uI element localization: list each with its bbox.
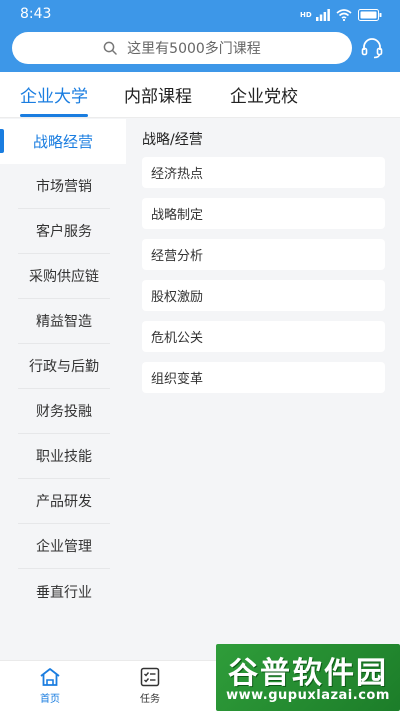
tab-internal-courses[interactable]: 内部课程: [124, 82, 192, 107]
course-item[interactable]: 经济热点: [142, 157, 385, 188]
sidebar-item-job-skills[interactable]: 职业技能: [18, 434, 110, 479]
nav-home[interactable]: 首页: [20, 667, 80, 709]
search-placeholder: 这里有5000多门课程: [127, 41, 261, 57]
sidebar-item-marketing[interactable]: 市场营销: [18, 164, 110, 209]
tab-enterprise-university[interactable]: 企业大学: [20, 82, 88, 107]
sidebar-item-management[interactable]: 企业管理: [18, 524, 110, 569]
sidebar-item-label: 客户服务: [36, 224, 92, 240]
sidebar-item-lean-manufacturing[interactable]: 精益智造: [18, 299, 110, 344]
course-item[interactable]: 经营分析: [142, 239, 385, 270]
battery-icon: [358, 9, 382, 21]
sidebar-item-label: 采购供应链: [29, 269, 99, 285]
wifi-icon: [336, 9, 352, 21]
sidebar-item-label: 垂直行业: [36, 584, 92, 601]
sidebar-item-label: 财务投融: [36, 404, 92, 420]
nav-label: 任务: [140, 694, 160, 705]
tab-party-school[interactable]: 企业党校: [230, 82, 298, 107]
course-item[interactable]: 战略制定: [142, 198, 385, 229]
sidebar-item-label: 精益智造: [36, 314, 92, 330]
task-icon: [140, 667, 160, 687]
status-icons: HD: [300, 7, 382, 23]
sidebar-item-procurement[interactable]: 采购供应链: [18, 254, 110, 299]
active-tab-indicator: [20, 114, 88, 117]
course-item[interactable]: 组织变革: [142, 362, 385, 393]
sidebar-item-label: 行政与后勤: [29, 359, 99, 375]
search-input[interactable]: 这里有5000多门课程: [12, 32, 352, 64]
category-sidebar: 战略经营 市场营销 客户服务 采购供应链 精益智造 行政与后勤 财务投融 职业技…: [0, 119, 126, 659]
sidebar-item-label: 企业管理: [36, 539, 92, 555]
course-list-panel: 战略/经营 经济热点 战略制定 经营分析 股权激励 危机公关 组织变革: [126, 119, 400, 659]
network-badge: HD: [300, 10, 312, 19]
course-item[interactable]: 股权激励: [142, 280, 385, 311]
sidebar-item-strategy[interactable]: 战略经营: [0, 119, 126, 164]
site-watermark: 谷普软件园 www.gupuxlazai.com: [216, 644, 400, 711]
active-marker: [0, 129, 4, 153]
watermark-brand: 谷普软件园: [228, 656, 388, 691]
nav-tasks[interactable]: 任务: [120, 667, 180, 709]
sidebar-item-administration[interactable]: 行政与后勤: [18, 344, 110, 389]
sidebar-item-label: 市场营销: [36, 179, 92, 195]
status-bar: 8:43 HD: [0, 0, 400, 30]
course-item[interactable]: 危机公关: [142, 321, 385, 352]
section-title: 战略/经营: [142, 132, 203, 148]
signal-icon: [316, 9, 330, 21]
sidebar-item-product-rd[interactable]: 产品研发: [18, 479, 110, 524]
sidebar-item-label: 战略经营: [32, 133, 93, 151]
sidebar-item-label: 职业技能: [36, 449, 92, 465]
app-header: 8:43 HD 这里有5000多门课程: [0, 0, 400, 72]
watermark-url: www.gupuxlazai.com: [226, 688, 390, 703]
home-icon: [40, 668, 60, 686]
headset-icon[interactable]: [360, 36, 384, 60]
search-icon: [103, 41, 117, 55]
nav-label: 首页: [40, 694, 60, 705]
sidebar-item-vertical-industry[interactable]: 垂直行业: [18, 569, 110, 614]
sidebar-item-customer-service[interactable]: 客户服务: [18, 209, 110, 254]
category-tabs: 企业大学 内部课程 企业党校: [0, 72, 400, 118]
sidebar-item-label: 产品研发: [36, 494, 92, 510]
status-time: 8:43: [20, 6, 52, 22]
sidebar-item-finance[interactable]: 财务投融: [18, 389, 110, 434]
search-row: 这里有5000多门课程: [0, 32, 400, 66]
